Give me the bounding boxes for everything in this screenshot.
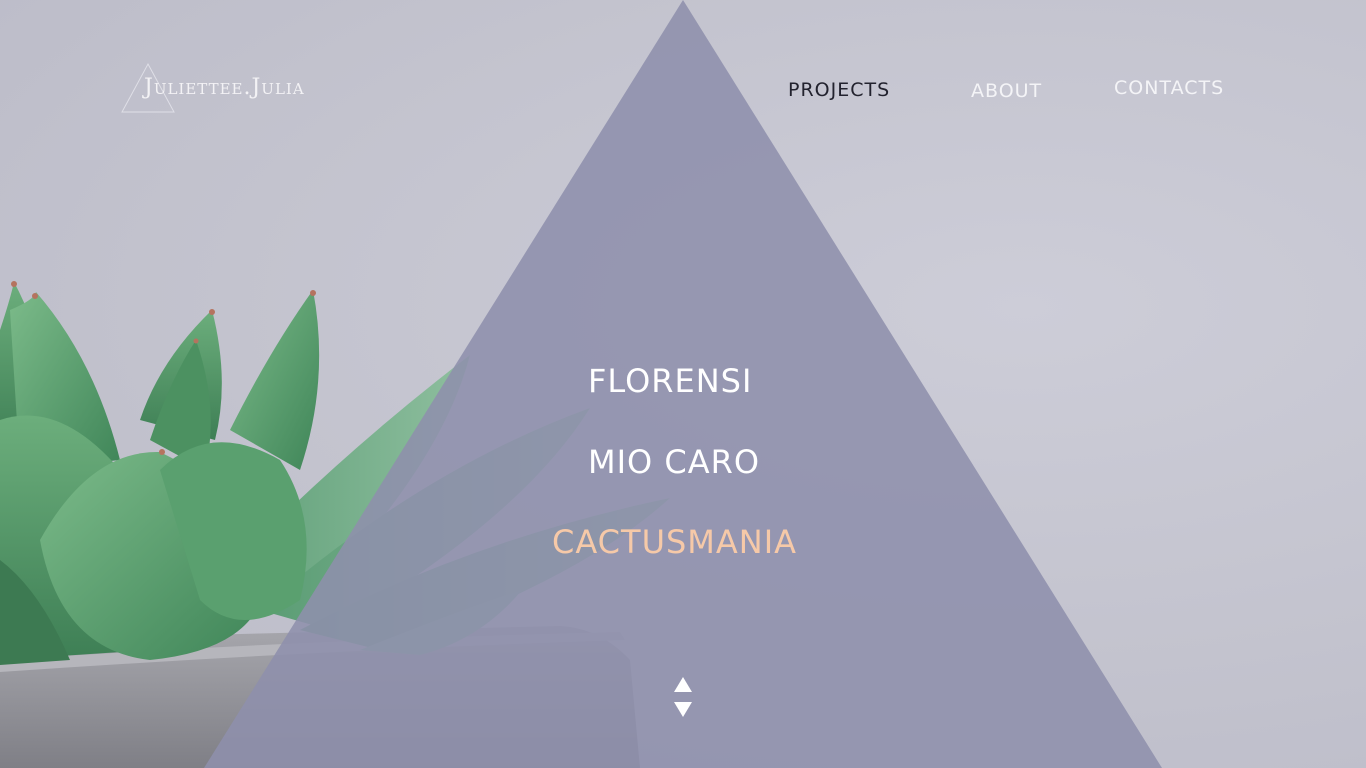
project-item-florensi[interactable]: FLORENSI [588,362,752,400]
page: Juliettee.Julia PROJECTS ABOUT CONTACTS … [0,0,1366,768]
site-logo[interactable]: Juliettee.Julia [120,62,350,114]
project-item-mio-caro[interactable]: MIO CARO [588,443,760,481]
triangle-down-icon[interactable] [674,702,692,717]
triangle-up-icon[interactable] [674,677,692,692]
logo-text: Juliettee.Julia [144,75,305,100]
nav-item-projects[interactable]: PROJECTS [788,79,890,101]
project-item-cactusmania[interactable]: CACTUSMANIA [552,523,797,561]
nav-item-about[interactable]: ABOUT [971,80,1042,102]
scroll-controls [672,675,694,719]
nav-item-contacts[interactable]: CONTACTS [1114,77,1224,99]
